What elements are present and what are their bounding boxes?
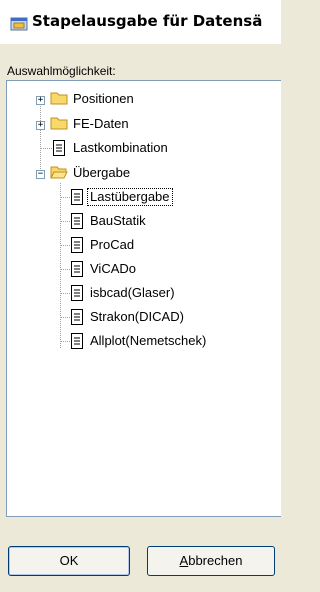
tree-connector [60, 293, 70, 294]
tree-connector [40, 100, 41, 175]
tree-item-baustatik[interactable]: BauStatik [90, 213, 146, 229]
tree-item-lastkombination[interactable]: Lastkombination [73, 140, 168, 156]
tree-connector [60, 269, 70, 270]
app-icon [10, 17, 28, 31]
window-title: Stapelausgabe für Datensä [32, 12, 263, 30]
tree-item-fe-daten[interactable]: FE-Daten [73, 116, 129, 132]
tree-connector [60, 317, 70, 318]
tree-connector [60, 183, 61, 348]
tree-item-lastuebergabe[interactable]: Lastübergabe [87, 188, 173, 206]
collapse-toggle-uebergabe[interactable]: − [36, 170, 45, 179]
document-icon [71, 333, 83, 349]
document-icon [71, 213, 83, 229]
document-icon [71, 309, 83, 325]
tree-connector [60, 245, 70, 246]
tree-item-procad[interactable]: ProCad [90, 237, 134, 253]
tree-item-allplot[interactable]: Allplot(Nemetschek) [90, 333, 206, 349]
tree-connector [40, 148, 52, 149]
cancel-button[interactable]: Abbrechen [147, 546, 275, 576]
folder-open-icon [50, 166, 68, 179]
selection-label: Auswahlmöglichkeit: [7, 64, 116, 78]
document-icon [71, 261, 83, 277]
tree-connector [60, 341, 70, 342]
tree-item-uebergabe[interactable]: Übergabe [73, 165, 130, 181]
dialog-window: Stapelausgabe für Datensä Auswahlmöglich… [0, 0, 281, 592]
tree-item-vicado[interactable]: ViCADo [90, 261, 136, 277]
document-icon [71, 237, 83, 253]
cancel-label: Abbrechen [179, 553, 243, 568]
folder-icon [50, 92, 68, 105]
selection-tree[interactable]: + Positionen + FE-Daten Lastkombination … [6, 80, 281, 517]
document-icon [71, 189, 83, 205]
ok-button[interactable]: OK [8, 546, 130, 576]
document-icon [71, 285, 83, 301]
tree-item-isbcad[interactable]: isbcad(Glaser) [90, 285, 175, 301]
tree-connector [60, 221, 70, 222]
document-icon [53, 140, 65, 156]
folder-icon [50, 117, 68, 130]
tree-connector [60, 197, 70, 198]
title-bar[interactable]: Stapelausgabe für Datensä [0, 0, 281, 44]
tree-item-strakon[interactable]: Strakon(DICAD) [90, 309, 184, 325]
tree-item-positionen[interactable]: Positionen [73, 91, 134, 107]
expand-toggle-fe-daten[interactable]: + [36, 121, 45, 130]
expand-toggle-positionen[interactable]: + [36, 96, 45, 105]
